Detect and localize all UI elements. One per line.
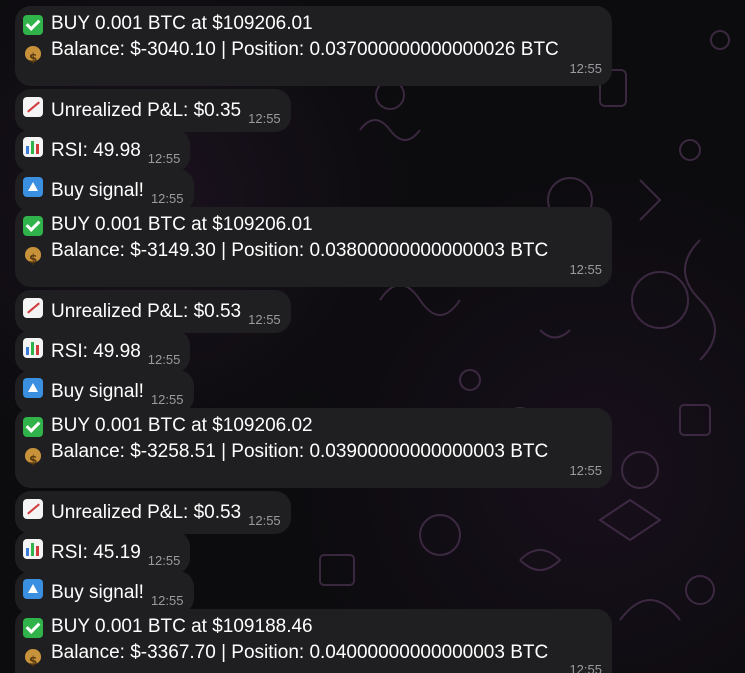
- pnl-text: Unrealized P&L: $0.53: [51, 502, 242, 523]
- message-time: 12:55: [150, 593, 184, 608]
- trade-text: BUY 0.001 BTC at $109206.02: [51, 415, 313, 436]
- rsi-message[interactable]: RSI: 45.19 12:55: [15, 531, 191, 574]
- bar-chart-icon: [23, 539, 43, 559]
- trade-text: BUY 0.001 BTC at $109206.01: [51, 13, 313, 34]
- check-mark-icon: [23, 618, 43, 638]
- trade-message[interactable]: BUY 0.001 BTC at $109206.01 Balance: $-3…: [15, 6, 612, 86]
- rsi-text: RSI: 45.19: [51, 542, 141, 563]
- bar-chart-icon: [23, 338, 43, 358]
- check-mark-icon: [23, 15, 43, 35]
- trade-message[interactable]: BUY 0.001 BTC at $109206.01 Balance: $-3…: [15, 207, 612, 287]
- message-time: 12:55: [147, 151, 181, 166]
- check-mark-icon: [23, 216, 43, 236]
- message-time: 12:55: [569, 61, 602, 76]
- money-bag-icon: [23, 644, 43, 673]
- message-time: 12:55: [150, 191, 184, 206]
- rsi-message[interactable]: RSI: 49.98 12:55: [15, 129, 191, 172]
- pnl-message[interactable]: Unrealized P&L: $0.53 12:55: [15, 491, 291, 534]
- rsi-message[interactable]: RSI: 49.98 12:55: [15, 330, 191, 373]
- balance-text: Balance: $-3258.51 | Position: 0.0390000…: [51, 441, 549, 462]
- up-arrow-icon: [23, 378, 43, 398]
- message-time: 12:55: [248, 111, 281, 126]
- up-arrow-icon: [23, 177, 43, 197]
- pnl-message[interactable]: Unrealized P&L: $0.35 12:55: [15, 89, 291, 132]
- trade-text: BUY 0.001 BTC at $109188.46: [51, 616, 313, 637]
- message-time: 12:55: [147, 553, 181, 568]
- chart-increasing-icon: [23, 298, 43, 318]
- trade-message[interactable]: BUY 0.001 BTC at $109188.46 Balance: $-3…: [15, 609, 612, 673]
- message-time: 12:55: [569, 662, 602, 673]
- rsi-text: RSI: 49.98: [51, 341, 141, 362]
- signal-message[interactable]: Buy signal! 12:55: [15, 370, 194, 413]
- message-time: 12:55: [248, 312, 281, 327]
- up-arrow-icon: [23, 579, 43, 599]
- trade-message[interactable]: BUY 0.001 BTC at $109206.02 Balance: $-3…: [15, 408, 612, 488]
- trade-text: BUY 0.001 BTC at $109206.01: [51, 214, 313, 235]
- message-time: 12:55: [147, 352, 181, 367]
- message-time: 12:55: [150, 392, 184, 407]
- signal-message[interactable]: Buy signal! 12:55: [15, 169, 194, 212]
- signal-text: Buy signal!: [51, 381, 144, 402]
- chart-increasing-icon: [23, 97, 43, 117]
- balance-text: Balance: $-3149.30 | Position: 0.0380000…: [51, 240, 549, 261]
- balance-text: Balance: $-3040.10 | Position: 0.0370000…: [51, 39, 559, 60]
- message-time: 12:55: [248, 513, 281, 528]
- pnl-text: Unrealized P&L: $0.53: [51, 301, 242, 322]
- message-time: 12:55: [569, 463, 602, 478]
- pnl-message[interactable]: Unrealized P&L: $0.53 12:55: [15, 290, 291, 333]
- signal-message[interactable]: Buy signal! 12:55: [15, 571, 194, 614]
- rsi-text: RSI: 49.98: [51, 140, 141, 161]
- balance-text: Balance: $-3367.70 | Position: 0.0400000…: [51, 642, 549, 663]
- message-time: 12:55: [569, 262, 602, 277]
- money-bag-icon: [23, 443, 43, 473]
- money-bag-icon: [23, 242, 43, 272]
- pnl-text: Unrealized P&L: $0.35: [51, 100, 242, 121]
- check-mark-icon: [23, 417, 43, 437]
- bar-chart-icon: [23, 137, 43, 157]
- signal-text: Buy signal!: [51, 180, 144, 201]
- chart-increasing-icon: [23, 499, 43, 519]
- signal-text: Buy signal!: [51, 582, 144, 603]
- money-bag-icon: [23, 41, 43, 71]
